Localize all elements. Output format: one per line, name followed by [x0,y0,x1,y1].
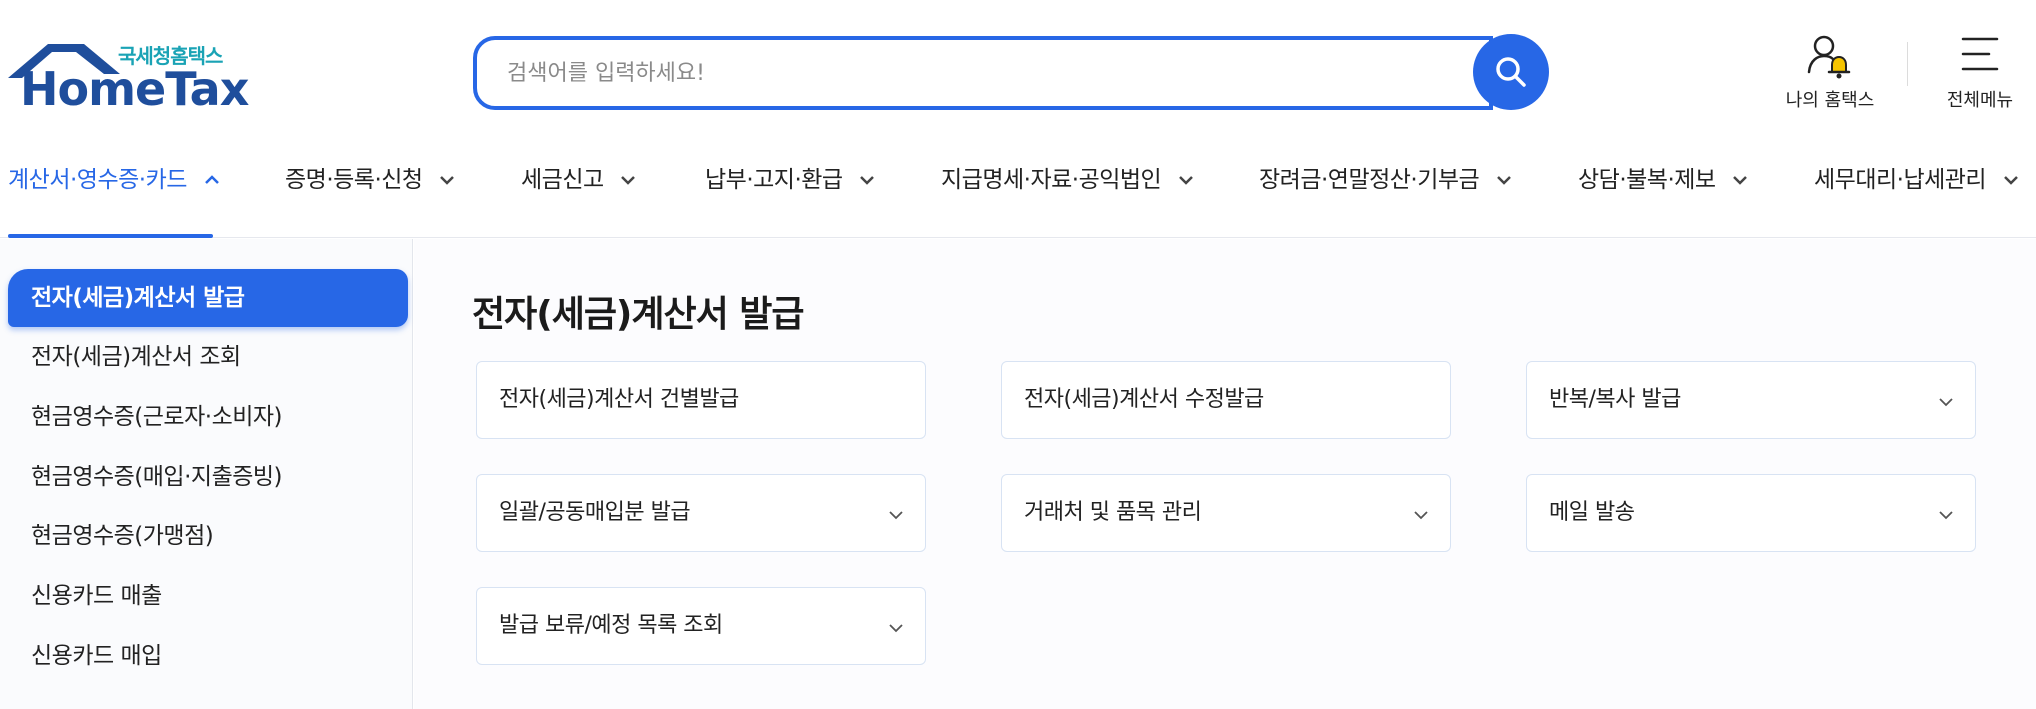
chevron-up-icon [204,175,219,184]
header: 국세청홈택스 HomeTax 나의 홈택스 [0,0,2036,130]
sidebar-item-credit-card-sales[interactable]: 신용카드 매출 [8,567,408,625]
nav-item-invoice-receipt-card[interactable]: 계산서·영수증·카드 [8,160,220,200]
card-label: 발급 보류/예정 목록 조회 [499,613,723,638]
card-label: 반복/복사 발급 [1549,387,1681,412]
card-label: 전자(세금)계산서 건별발급 [499,387,739,412]
sidebar-item-e-invoice-issue[interactable]: 전자(세금)계산서 발급 [8,269,408,327]
chevron-down-icon [1497,176,1511,185]
card-single-issue[interactable]: 전자(세금)계산서 건별발급 [476,361,926,439]
chevron-down-icon [621,176,636,185]
search-bar [473,34,1549,110]
chevron-down-icon [1733,176,1748,185]
card-pending-scheduled-list[interactable]: 발급 보류/예정 목록 조회 [476,587,926,665]
logo-title: HomeTax [20,62,249,116]
nav-item-label: 장려금·연말정산·기부금 [1259,167,1480,193]
nav-item-label: 납부·고지·환급 [705,167,843,193]
card-mail-send[interactable]: 메일 발송 [1526,474,1976,552]
sidebar-item-cash-receipt-merchant[interactable]: 현금영수증(가맹점) [8,507,408,565]
nav-item-consult-appeal[interactable]: 상담·불복·제보 [1578,160,1748,200]
sidebar-item-credit-card-purchase[interactable]: 신용카드 매입 [8,627,408,685]
my-hometax-button[interactable]: 나의 홈택스 [1770,32,1890,112]
nav-item-payment-refund[interactable]: 납부·고지·환급 [705,160,875,200]
nav-item-tax-filing[interactable]: 세금신고 [521,160,636,200]
chevron-down-icon [889,624,903,633]
nav-item-certificate-registration[interactable]: 증명·등록·신청 [285,160,455,200]
nav-item-label: 세금신고 [521,167,604,193]
chevron-down-icon [440,176,455,185]
nav-item-incentive-yearend[interactable]: 장려금·연말정산·기부금 [1259,160,1512,200]
nav-item-label: 계산서·영수증·카드 [8,167,187,193]
nav-item-label: 지급명세·자료·공익법인 [941,167,1162,193]
all-menu-label: 전체메뉴 [1946,90,2014,111]
chevron-down-icon [1939,511,1953,520]
card-label: 일괄/공동매입분 발급 [499,500,691,525]
card-label: 거래처 및 품목 관리 [1024,500,1202,525]
chevron-down-icon [1414,511,1428,520]
main-content: 전자(세금)계산서 발급 전자(세금)계산서 건별발급 전자(세금)계산서 수정… [414,239,2036,709]
search-input[interactable] [473,36,1493,110]
nav-active-underline [8,234,213,238]
page-title: 전자(세금)계산서 발급 [472,294,805,335]
card-label: 메일 발송 [1549,500,1635,525]
my-hometax-label: 나의 홈택스 [1785,90,1875,111]
chevron-down-icon [860,176,875,185]
card-repeat-copy-issue[interactable]: 반복/복사 발급 [1526,361,1976,439]
nav-item-tax-agent[interactable]: 세무대리·납세관리 [1814,160,2019,200]
card-amended-issue[interactable]: 전자(세금)계산서 수정발급 [1001,361,1451,439]
nav-item-label: 상담·불복·제보 [1578,167,1716,193]
user-bell-icon [1807,35,1851,79]
search-icon [1496,57,1526,87]
search-button[interactable] [1473,34,1549,110]
main-nav: 계산서·영수증·카드 증명·등록·신청 세금신고 납부·고지·환급 지급명세·자… [0,150,2036,238]
hamburger-icon [1961,37,1999,71]
header-divider [1907,42,1908,86]
all-menu-button[interactable]: 전체메뉴 [1930,32,2030,112]
hometax-page: 국세청홈택스 HomeTax 나의 홈택스 [0,0,2036,709]
card-label: 전자(세금)계산서 수정발급 [1024,387,1264,412]
hometax-logo[interactable]: 국세청홈택스 HomeTax [8,36,249,112]
sidebar: 전자(세금)계산서 발급 전자(세금)계산서 조회 현금영수증(근로자·소비자)… [0,239,413,709]
chevron-down-icon [1939,398,1953,407]
card-partner-item-management[interactable]: 거래처 및 품목 관리 [1001,474,1451,552]
sidebar-item-cash-receipt-consumer[interactable]: 현금영수증(근로자·소비자) [8,388,408,446]
nav-item-payment-statement[interactable]: 지급명세·자료·공익법인 [941,160,1194,200]
chevron-down-icon [2004,176,2018,185]
nav-item-label: 증명·등록·신청 [285,167,423,193]
sidebar-item-e-invoice-inquiry[interactable]: 전자(세금)계산서 조회 [8,328,408,386]
sidebar-item-cash-receipt-expense[interactable]: 현금영수증(매입·지출증빙) [8,448,408,506]
card-bulk-joint-issue[interactable]: 일괄/공동매입분 발급 [476,474,926,552]
chevron-down-icon [1179,176,1193,185]
nav-item-label: 세무대리·납세관리 [1814,167,1987,193]
chevron-down-icon [889,511,903,520]
